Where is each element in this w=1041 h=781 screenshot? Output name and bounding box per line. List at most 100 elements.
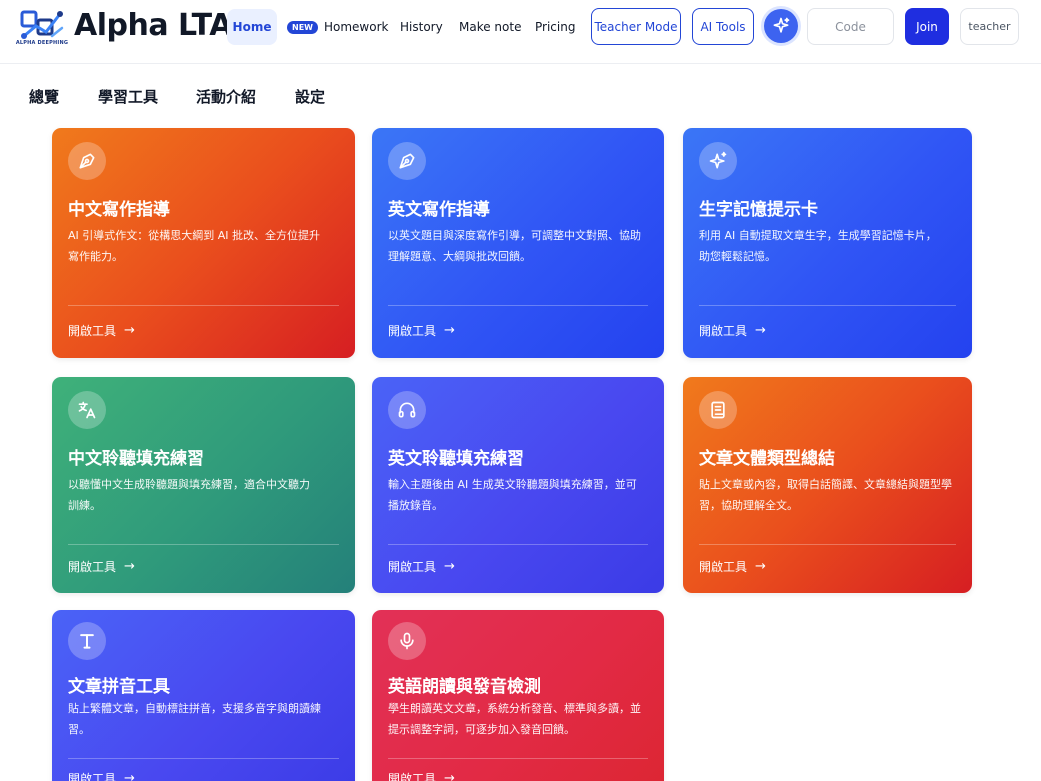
headphones-icon	[398, 402, 416, 418]
tool-card-pinyin[interactable]: 文章拼音工具 貼上繁體文章，自動標註拼音，支援多音字與朗讀練 習。 開啟工具 →	[52, 610, 355, 781]
desc-line: 提示調整字詞，可逐步加入發音回饋。	[388, 723, 575, 736]
card-description: 學生朗讀英文文章，系統分析發音、標準與多讀，並 提示調整字詞，可逐步加入發音回饋…	[388, 698, 641, 740]
desc-line: 習，協助理解全文。	[699, 499, 798, 512]
card-description: 以英文題目與深度寫作引導，可調整中文對照、協助 理解題意、大綱與批改回饋。	[388, 225, 641, 267]
tab-learning-tools[interactable]: 學習工具	[98, 86, 158, 107]
nav-make-note[interactable]: Make note	[459, 9, 521, 45]
card-divider	[68, 758, 339, 759]
open-tool-label: 開啟工具	[699, 560, 748, 574]
desc-line: 寫作能力。	[68, 250, 123, 263]
type-t-icon	[80, 634, 94, 649]
sparkles-icon	[709, 151, 727, 169]
brand-name[interactable]: Alpha LTA	[74, 8, 233, 43]
desc-line: 習。	[68, 723, 90, 736]
tool-card-english-listening[interactable]: 英文聆聽填充練習 輸入主題後由 AI 生成英文聆聽題與填充練習，並可 播放錄音。…	[372, 377, 664, 593]
desc-line: 貼上文章或內容，取得白話簡譯、文章總結與題型學	[699, 478, 952, 491]
card-divider	[388, 544, 648, 545]
open-tool-link[interactable]: 開啟工具 →	[388, 322, 455, 339]
new-badge: NEW	[287, 20, 318, 34]
sparkles-icon	[773, 17, 790, 33]
open-tool-link[interactable]: 開啟工具 →	[388, 558, 455, 575]
card-description: 貼上文章或內容，取得白話簡譯、文章總結與題型學 習，協助理解全文。	[699, 474, 952, 516]
tool-card-chinese-writing[interactable]: 中文寫作指導 AI 引導式作文：從構思大綱到 AI 批改、全方位提升 寫作能力。…	[52, 128, 355, 358]
open-tool-label: 開啟工具	[68, 772, 117, 781]
arrow-right-icon: →	[124, 771, 135, 781]
card-divider	[699, 544, 956, 545]
open-tool-label: 開啟工具	[388, 772, 437, 781]
open-tool-link[interactable]: 開啟工具 →	[68, 770, 135, 781]
open-tool-label: 開啟工具	[699, 324, 748, 338]
user-account-button[interactable]: teacher	[960, 8, 1019, 45]
desc-line: 助您輕鬆記憶。	[699, 250, 776, 263]
nav-homework-label: Homework	[323, 20, 389, 34]
tool-card-pronunciation-check[interactable]: 英語朗讀與發音檢測 學生朗讀英文文章，系統分析發音、標準與多讀，並 提示調整字詞…	[372, 610, 664, 781]
open-tool-link[interactable]: 開啟工具 →	[699, 322, 766, 339]
card-title: 文章文體類型總結	[699, 449, 835, 469]
desc-line: 以英文題目與深度寫作引導，可調整中文對照、協助	[388, 229, 641, 242]
logo-caption: ALPHA DEEPHING	[15, 40, 69, 46]
arrow-right-icon: →	[444, 323, 455, 338]
class-code-input[interactable]	[807, 8, 894, 45]
card-divider	[388, 305, 648, 306]
tab-overview[interactable]: 總覽	[29, 86, 59, 107]
microphone-icon	[400, 632, 414, 650]
open-tool-link[interactable]: 開啟工具 →	[68, 558, 135, 575]
card-title: 生字記憶提示卡	[699, 200, 818, 220]
card-title: 英語朗讀與發音檢測	[388, 677, 541, 697]
card-description: 利用 AI 自動提取文章生字，生成學習記憶卡片， 助您輕鬆記憶。	[699, 225, 937, 267]
open-tool-link[interactable]: 開啟工具 →	[699, 558, 766, 575]
arrow-right-icon: →	[124, 559, 135, 574]
desc-line: AI 引導式作文：從構思大綱到 AI 批改、全方位提升	[68, 229, 321, 242]
tool-card-chinese-listening[interactable]: 中文聆聽填充練習 以聽懂中文生成聆聽題與填充練習，適合中文聽力 訓練。 開啟工具…	[52, 377, 355, 593]
card-divider	[68, 544, 339, 545]
nav-history[interactable]: History	[400, 9, 443, 45]
desc-line: 播放錄音。	[388, 499, 443, 512]
nav-pricing[interactable]: Pricing	[535, 9, 575, 45]
desc-line: 學生朗讀英文文章，系統分析發音、標準與多讀，並	[388, 702, 641, 715]
open-tool-label: 開啟工具	[68, 560, 117, 574]
open-tool-label: 開啟工具	[388, 324, 437, 338]
arrow-right-icon: →	[755, 323, 766, 338]
tool-card-text-genre-summary[interactable]: 文章文體類型總結 貼上文章或內容，取得白話簡譯、文章總結與題型學 習，協助理解全…	[683, 377, 972, 593]
card-description: 輸入主題後由 AI 生成英文聆聽題與填充練習，並可 播放錄音。	[388, 474, 637, 516]
desc-line: 理解題意、大綱與批改回饋。	[388, 250, 531, 263]
card-divider	[388, 758, 648, 759]
tab-settings[interactable]: 設定	[295, 86, 325, 107]
teacher-mode-button[interactable]: Teacher Mode	[591, 8, 681, 45]
card-description: AI 引導式作文：從構思大綱到 AI 批改、全方位提升 寫作能力。	[68, 225, 320, 267]
tool-card-vocab-flashcards[interactable]: 生字記憶提示卡 利用 AI 自動提取文章生字，生成學習記憶卡片， 助您輕鬆記憶。…	[683, 128, 972, 358]
card-divider	[68, 305, 339, 306]
desc-line: 輸入主題後由 AI 生成英文聆聽題與填充練習，並可	[388, 478, 637, 491]
top-navbar: ALPHA DEEPHING Alpha LTA Home NEW Homewo…	[0, 0, 1041, 64]
desc-line: 利用 AI 自動提取文章生字，生成學習記憶卡片，	[699, 229, 937, 242]
arrow-right-icon: →	[755, 559, 766, 574]
scroll-icon	[711, 401, 725, 419]
desc-line: 貼上繁體文章，自動標註拼音，支援多音字與朗讀練	[68, 702, 321, 715]
card-description: 貼上繁體文章，自動標註拼音，支援多音字與朗讀練 習。	[68, 698, 321, 740]
arrow-right-icon: →	[124, 323, 135, 338]
nav-homework[interactable]: NEW Homework	[287, 9, 388, 45]
ai-assistant-button[interactable]	[764, 9, 798, 43]
open-tool-link[interactable]: 開啟工具 →	[68, 322, 135, 339]
card-title: 英文寫作指導	[388, 200, 490, 220]
ai-tools-button[interactable]: AI Tools	[692, 8, 754, 45]
card-title: 中文寫作指導	[68, 200, 170, 220]
translate-icon	[78, 401, 96, 419]
open-tool-label: 開啟工具	[388, 560, 437, 574]
card-divider	[699, 305, 956, 306]
card-title: 英文聆聽填充練習	[388, 449, 524, 469]
desc-line: 訓練。	[68, 499, 101, 512]
tool-card-english-writing[interactable]: 英文寫作指導 以英文題目與深度寫作引導，可調整中文對照、協助 理解題意、大綱與批…	[372, 128, 664, 358]
arrow-right-icon: →	[444, 771, 455, 781]
tab-activities[interactable]: 活動介紹	[196, 86, 256, 107]
nav-home[interactable]: Home	[227, 9, 277, 45]
card-description: 以聽懂中文生成聆聽題與填充練習，適合中文聽力 訓練。	[68, 474, 310, 516]
pen-nib-icon	[399, 153, 415, 169]
join-button[interactable]: Join	[905, 8, 949, 45]
open-tool-label: 開啟工具	[68, 324, 117, 338]
pen-nib-icon	[79, 153, 95, 169]
desc-line: 以聽懂中文生成聆聽題與填充練習，適合中文聽力	[68, 478, 310, 491]
card-title: 文章拼音工具	[68, 677, 170, 697]
open-tool-link[interactable]: 開啟工具 →	[388, 770, 455, 781]
arrow-right-icon: →	[444, 559, 455, 574]
